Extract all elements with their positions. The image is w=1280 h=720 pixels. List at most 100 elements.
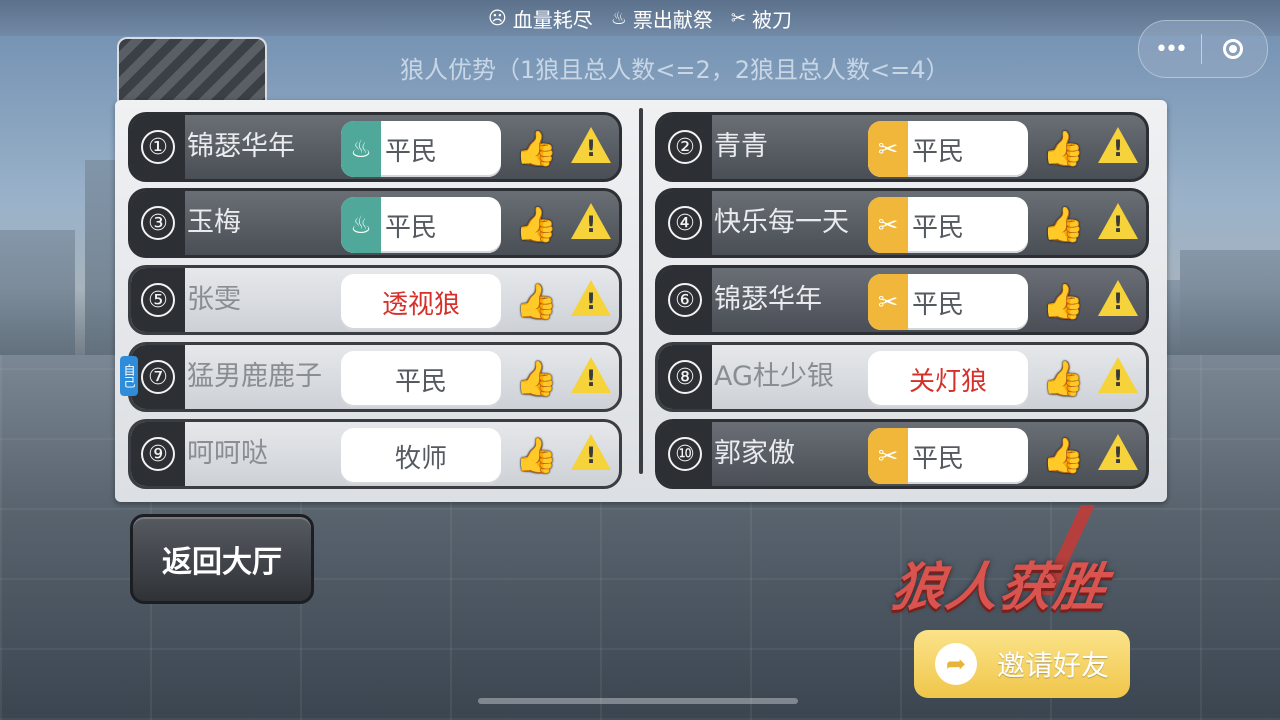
legend-item-knife: ✂ 被刀: [731, 4, 792, 33]
close-miniprogram-button[interactable]: [1202, 39, 1264, 59]
warning-exclamation: !: [1113, 290, 1124, 315]
seat-number: ⑨: [131, 422, 185, 486]
thumbs-up-icon[interactable]: 👍: [1042, 436, 1084, 476]
role-card: 透视狼: [341, 274, 501, 330]
role-card: ♨ 平民: [341, 197, 501, 253]
seat-number: ⑤: [131, 268, 185, 332]
player-name: 快乐每一天: [714, 207, 849, 238]
warning-exclamation: !: [586, 444, 597, 469]
player-row: ① 锦瑟华年 ♨ 平民 👍 !: [128, 112, 622, 182]
player-name: 玉梅: [187, 207, 241, 238]
legend-label: 血量耗尽: [512, 8, 593, 32]
player-name: 锦瑟华年: [714, 284, 822, 315]
player-name: 呵呵哒: [187, 438, 268, 469]
player-row: ⑩ 郭家傲 ✂ 平民 👍 !: [655, 419, 1149, 489]
knife-icon: ✂: [868, 274, 908, 330]
role-label: 平民: [912, 443, 965, 474]
role-label: 平民: [912, 212, 965, 243]
self-tag: 自己: [120, 356, 138, 396]
knife-icon: ✂: [730, 8, 746, 29]
thumbs-up-icon[interactable]: 👍: [515, 282, 557, 322]
warning-exclamation: !: [586, 213, 597, 238]
role-card: 平民: [341, 351, 501, 407]
thumbs-up-icon[interactable]: 👍: [515, 129, 557, 169]
legend-item-vote: ♨ 票出献祭: [611, 4, 713, 33]
player-name: 锦瑟华年: [187, 131, 295, 162]
legend-item-hp: ☹ 血量耗尽: [488, 4, 593, 33]
knife-icon: ✂: [868, 197, 908, 253]
player-row: ⑥ 锦瑟华年 ✂ 平民 👍 !: [655, 265, 1149, 335]
seat-number: ④: [658, 191, 712, 255]
result-tab[interactable]: [117, 37, 267, 101]
player-name: 张雯: [187, 284, 241, 315]
fire-icon: ♨: [341, 121, 381, 177]
back-to-lobby-button[interactable]: 返回大厅: [130, 514, 314, 604]
seat-number-label: ⑩: [668, 437, 702, 471]
player-results-panel: ① 锦瑟华年 ♨ 平民 👍 ! ② 青青 ✂ 平民 👍 ! ③ 玉梅 ♨ 平民 …: [115, 100, 1167, 502]
seat-number-label: ⑦: [141, 360, 175, 394]
warning-exclamation: !: [586, 290, 597, 315]
role-card: 牧师: [341, 428, 501, 484]
player-name: 郭家傲: [714, 438, 795, 469]
seat-number: ⑧: [658, 345, 712, 409]
warning-exclamation: !: [1113, 367, 1124, 392]
seat-number-label: ⑤: [141, 283, 175, 317]
legend-label: 被刀: [752, 8, 792, 32]
role-label: 透视狼: [381, 289, 460, 320]
seat-number-label: ②: [668, 130, 702, 164]
miniprogram-capsule: •••: [1138, 20, 1268, 78]
player-name: 猛男鹿鹿子: [187, 361, 322, 392]
victory-condition-text: 狼人优势（1狼且总人数<=2，2狼且总人数<=4）: [400, 56, 950, 84]
fire-icon: ♨: [341, 197, 381, 253]
warning-exclamation: !: [1113, 213, 1124, 238]
thumbs-up-icon[interactable]: 👍: [1042, 205, 1084, 245]
role-card: ♨ 平民: [341, 121, 501, 177]
thumbs-up-icon[interactable]: 👍: [515, 359, 557, 399]
crying-face-icon: ☹: [488, 8, 507, 29]
thumbs-up-icon[interactable]: 👍: [1042, 282, 1084, 322]
fire-icon: ♨: [610, 8, 627, 29]
knife-icon: ✂: [868, 428, 908, 484]
player-row: ⑤ 张雯 透视狼 👍 !: [128, 265, 622, 335]
seat-number: ⑩: [658, 422, 712, 486]
role-card: ✂ 平民: [868, 197, 1028, 253]
role-label: 平民: [385, 212, 438, 243]
role-label: 平民: [912, 136, 965, 167]
seat-number: ⑥: [658, 268, 712, 332]
thumbs-up-icon[interactable]: 👍: [1042, 359, 1084, 399]
thumbs-up-icon[interactable]: 👍: [1042, 129, 1084, 169]
share-arrow-icon: ➦: [934, 643, 977, 685]
seat-number-label: ①: [141, 130, 175, 164]
player-row: ③ 玉梅 ♨ 平民 👍 !: [128, 188, 622, 258]
player-name: AG杜少银: [714, 361, 834, 392]
seat-number-label: ④: [668, 206, 702, 240]
warning-exclamation: !: [1113, 137, 1124, 162]
seat-number-label: ⑥: [668, 283, 702, 317]
player-row: ② 青青 ✂ 平民 👍 !: [655, 112, 1149, 182]
seat-number: ①: [131, 115, 185, 179]
target-close-icon: [1223, 39, 1243, 59]
player-row: ⑦ 猛男鹿鹿子 平民 👍 !: [128, 342, 622, 412]
role-label: 关灯狼: [908, 366, 987, 397]
role-label: 平民: [912, 289, 965, 320]
seat-number-label: ⑧: [668, 360, 702, 394]
player-row: ⑧ AG杜少银 关灯狼 👍 !: [655, 342, 1149, 412]
seat-number: ③: [131, 191, 185, 255]
role-card: ✂ 平民: [868, 428, 1028, 484]
role-label: 平民: [385, 136, 438, 167]
warning-exclamation: !: [586, 367, 597, 392]
thumbs-up-icon[interactable]: 👍: [515, 205, 557, 245]
invite-friends-button[interactable]: ➦ 邀请好友: [914, 630, 1130, 698]
more-menu-icon[interactable]: •••: [1139, 37, 1201, 62]
seat-number: ②: [658, 115, 712, 179]
player-name: 青青: [714, 131, 768, 162]
player-row: ⑨ 呵呵哒 牧师 👍 !: [128, 419, 622, 489]
home-indicator: [478, 698, 798, 704]
role-card: ✂ 平民: [868, 121, 1028, 177]
seat-number-label: ⑨: [141, 437, 175, 471]
top-bar: ☹ 血量耗尽 ♨ 票出献祭 ✂ 被刀: [0, 0, 1280, 36]
role-card: 关灯狼: [868, 351, 1028, 407]
thumbs-up-icon[interactable]: 👍: [515, 436, 557, 476]
warning-exclamation: !: [586, 137, 597, 162]
player-row: ④ 快乐每一天 ✂ 平民 👍 !: [655, 188, 1149, 258]
